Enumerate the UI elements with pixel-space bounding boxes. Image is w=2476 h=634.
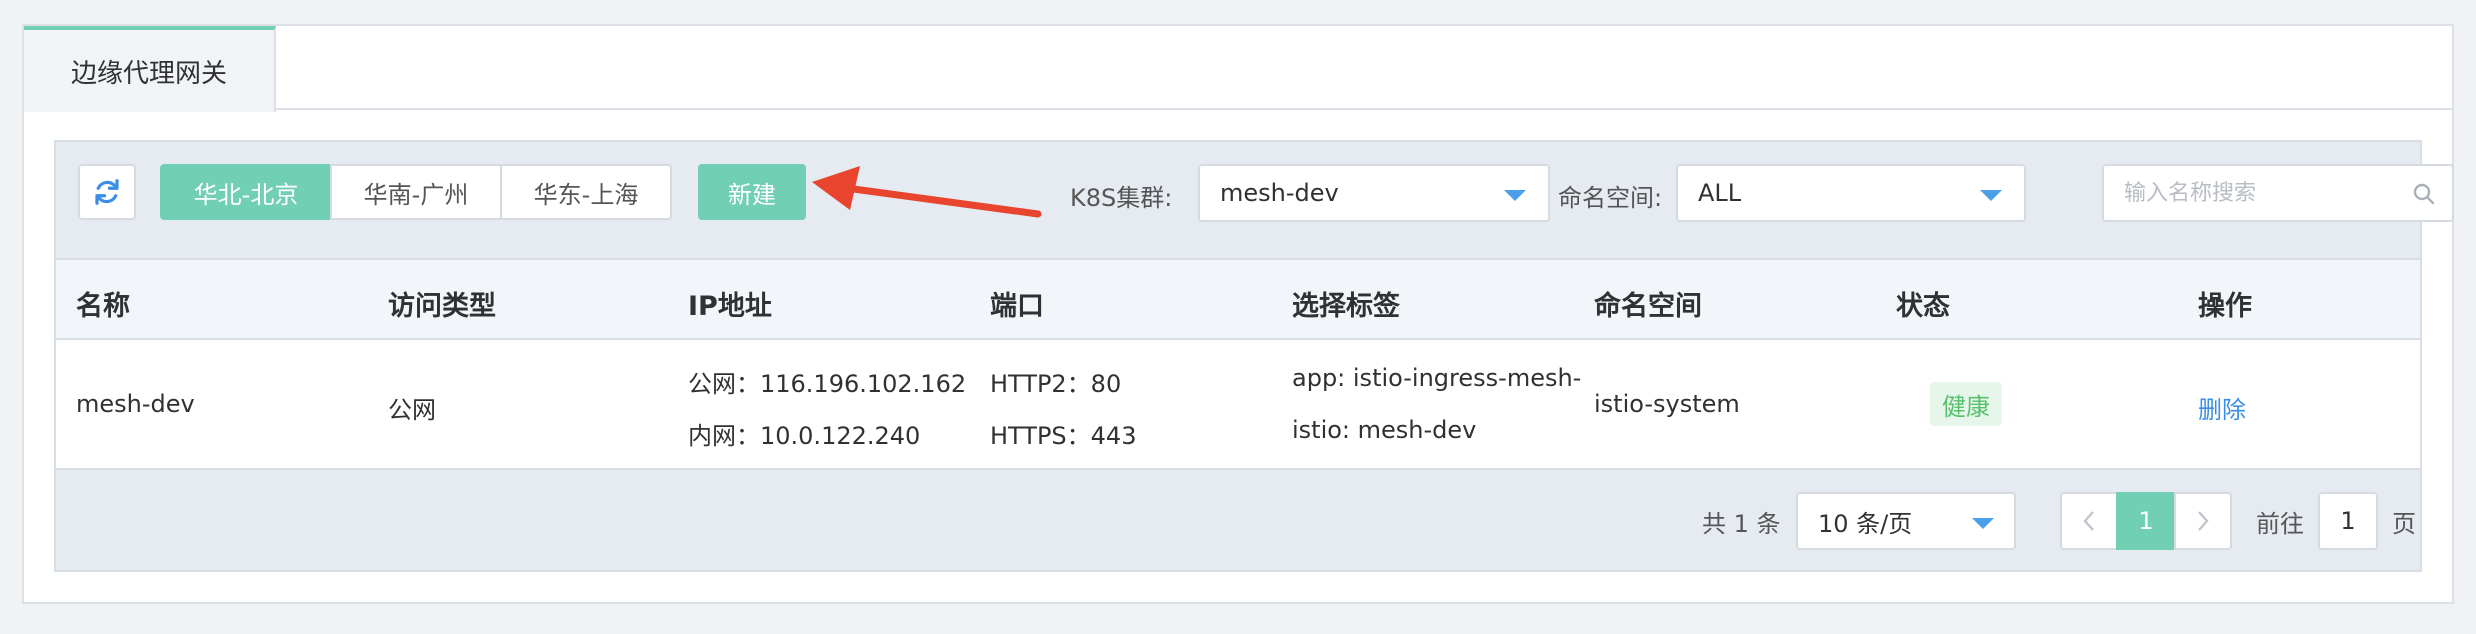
- next-page-button[interactable]: [2174, 492, 2232, 550]
- tab-edge-proxy-gateway[interactable]: 边缘代理网关: [24, 26, 276, 112]
- goto-suffix: 页: [2392, 510, 2416, 538]
- page-button-1[interactable]: 1: [2116, 492, 2176, 550]
- pagination: 共 1 条 10 条/页 1 前往 1 页: [56, 472, 2420, 572]
- namespace-select-value: ALL: [1698, 179, 1742, 207]
- cluster-select-value: mesh-dev: [1220, 179, 1339, 207]
- column-header-namespace: 命名空间: [1594, 291, 1702, 322]
- cluster-label: K8S集群:: [1070, 184, 1173, 212]
- delete-link[interactable]: 删除: [2198, 390, 2246, 425]
- region-switch: 华北-北京 华南-广州 华东-上海: [160, 164, 672, 220]
- cell-label-istio: istio: mesh-dev: [1292, 416, 1477, 444]
- column-header-access-type: 访问类型: [388, 291, 496, 322]
- goto-prefix: 前往: [2256, 510, 2304, 538]
- content-panel: 华北-北京 华南-广州 华东-上海 新建 K8S集群: mesh-dev 命名空…: [54, 140, 2454, 572]
- search-icon[interactable]: [2412, 182, 2436, 206]
- table-row: mesh-dev 公网 公网：116.196.102.162 内网：10.0.1…: [56, 340, 2420, 470]
- refresh-button[interactable]: [78, 164, 136, 220]
- cell-ip-public: 公网：116.196.102.162: [688, 370, 967, 398]
- column-header-port: 端口: [990, 291, 1044, 322]
- status-badge: 健康: [1930, 382, 2002, 426]
- gateway-table: 名称 访问类型 IP地址 端口 选择标签 命名空间 状态 操作 mesh-dev…: [56, 258, 2420, 470]
- cell-port-http2: HTTP2：80: [990, 370, 1122, 398]
- chevron-down-icon: [1972, 518, 1994, 529]
- column-header-name: 名称: [76, 291, 130, 322]
- goto-page-input[interactable]: 1: [2318, 492, 2378, 550]
- region-button-south[interactable]: 华南-广州: [330, 164, 502, 220]
- column-header-status: 状态: [1896, 291, 1950, 322]
- region-button-north[interactable]: 华北-北京: [160, 164, 332, 220]
- tab-bar: 边缘代理网关: [24, 26, 2452, 112]
- annotation-arrow: [812, 166, 1042, 218]
- namespace-select[interactable]: ALL: [1676, 164, 2026, 222]
- cell-namespace: istio-system: [1594, 390, 1740, 418]
- cell-access-type: 公网: [388, 396, 436, 424]
- toolbar: 华北-北京 华南-广州 华东-上海 新建 K8S集群: mesh-dev 命名空…: [56, 142, 2454, 260]
- cell-label-app: app: istio-ingress-mesh-: [1292, 364, 1582, 392]
- chevron-left-icon: [2083, 511, 2094, 531]
- column-header-ip: IP地址: [688, 291, 772, 322]
- table-header: 名称 访问类型 IP地址 端口 选择标签 命名空间 状态 操作: [56, 258, 2420, 340]
- cell-port-https: HTTPS：443: [990, 422, 1137, 450]
- page-size-value: 10 条/页: [1818, 509, 1913, 538]
- search-input[interactable]: [2124, 166, 2404, 220]
- page-size-select[interactable]: 10 条/页: [1796, 492, 2016, 550]
- prev-page-button[interactable]: [2060, 492, 2118, 550]
- refresh-icon: [95, 179, 119, 205]
- column-header-labels: 选择标签: [1292, 291, 1400, 322]
- chevron-down-icon: [1504, 190, 1526, 201]
- search-box: [2102, 164, 2454, 222]
- new-button[interactable]: 新建: [698, 164, 806, 220]
- chevron-right-icon: [2198, 511, 2209, 531]
- cell-ip-private: 内网：10.0.122.240: [688, 422, 921, 450]
- cell-name: mesh-dev: [76, 390, 195, 418]
- column-header-actions: 操作: [2198, 291, 2252, 322]
- namespace-label: 命名空间:: [1557, 184, 1663, 212]
- total-count: 共 1 条: [1702, 510, 1781, 538]
- cluster-select[interactable]: mesh-dev: [1198, 164, 1550, 222]
- chevron-down-icon: [1980, 190, 2002, 201]
- region-button-east[interactable]: 华东-上海: [500, 164, 672, 220]
- gateway-card: 边缘代理网关 华北-北京 华南-广州 华东-上海 新建 K8S集群: mesh-…: [22, 24, 2454, 604]
